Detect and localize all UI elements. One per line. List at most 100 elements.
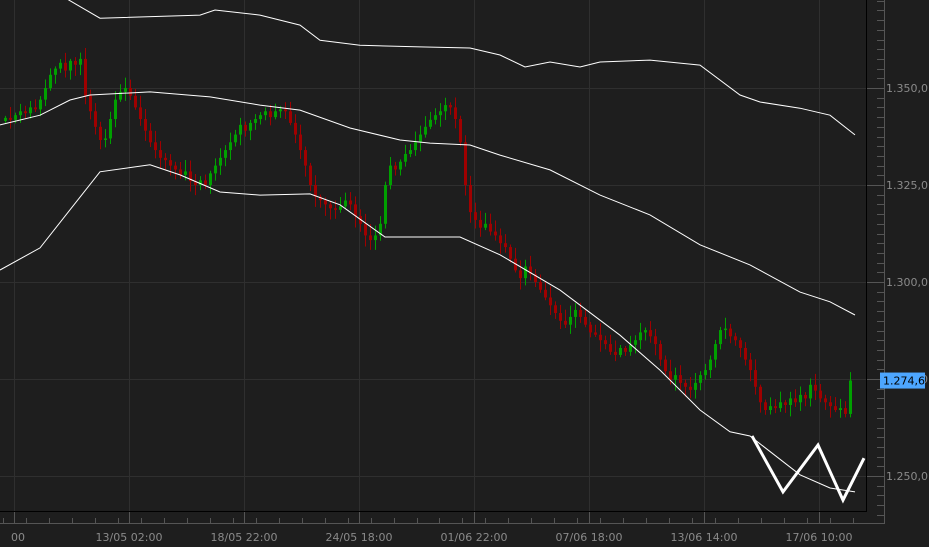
candle-body	[229, 142, 232, 151]
candle-body	[24, 111, 27, 114]
candle-body	[679, 375, 682, 383]
candle-body	[589, 324, 592, 333]
candle-body	[824, 398, 827, 403]
candle-body	[724, 328, 727, 331]
candle-body	[149, 130, 152, 143]
candle-body	[599, 334, 602, 341]
time-tick-label: 13/05 02:00	[96, 531, 163, 544]
candle-body	[764, 402, 767, 411]
candle-body	[284, 109, 287, 112]
candle-body	[749, 359, 752, 371]
candle-body	[209, 173, 212, 185]
candle-body	[619, 347, 622, 355]
current-price-label: 1.274,6	[883, 375, 925, 388]
candle-body	[664, 359, 667, 372]
candle-body	[754, 370, 757, 387]
candle-body	[234, 134, 237, 143]
candle-body	[784, 402, 787, 405]
candle-body	[454, 107, 457, 120]
candle-body	[259, 115, 262, 120]
candle-body	[714, 344, 717, 360]
candle-body	[244, 124, 247, 131]
candle-body	[299, 134, 302, 151]
candle-body	[389, 165, 392, 185]
candle-body	[604, 340, 607, 345]
candle-body	[344, 200, 347, 207]
candle-body	[204, 180, 207, 185]
candle-body	[549, 297, 552, 306]
time-tick-label: 13/06 14:00	[671, 531, 738, 544]
candle-body	[569, 316, 572, 325]
candle-body	[249, 122, 252, 131]
candle-body	[499, 235, 502, 244]
candle-body	[29, 107, 32, 114]
candle-body	[399, 161, 402, 170]
candle-body	[809, 384, 812, 399]
candle-body	[609, 344, 612, 352]
candle[interactable]	[384, 181, 387, 229]
candle-body	[564, 320, 567, 325]
candle-body	[509, 247, 512, 259]
candle-body	[129, 88, 132, 96]
candle-body	[34, 107, 37, 110]
candle-body	[334, 208, 337, 210]
candle-body	[174, 165, 177, 170]
candle-body	[634, 340, 637, 345]
candle-body	[269, 111, 272, 118]
candle-body	[124, 88, 127, 92]
candle-body	[274, 111, 277, 118]
candle-body	[159, 150, 162, 158]
candle-body	[674, 375, 677, 380]
candle-body	[184, 171, 187, 175]
candle-body	[324, 200, 327, 205]
candle-body	[704, 370, 707, 376]
candle-body	[484, 223, 487, 228]
candle-body	[644, 330, 647, 333]
candle-body	[84, 58, 87, 96]
candle-body	[504, 243, 507, 248]
candle-body	[64, 62, 67, 71]
candle-body	[429, 119, 432, 127]
candle-body	[169, 160, 172, 166]
candle-body	[449, 105, 452, 108]
candle-body	[279, 109, 282, 112]
candle-body	[179, 169, 182, 175]
candle-body	[384, 185, 387, 224]
candle-body	[719, 330, 722, 345]
candle-body	[654, 336, 657, 345]
candle-body	[444, 105, 447, 112]
time-tick-label: 01/06 22:00	[441, 531, 508, 544]
candle-body	[729, 328, 732, 337]
candle-body	[459, 119, 462, 143]
candle-body	[519, 270, 522, 279]
candle-body	[779, 402, 782, 409]
candle-body	[339, 206, 342, 210]
candle-body	[19, 111, 22, 116]
candle-body	[364, 223, 367, 236]
candle-body	[59, 62, 62, 69]
candle-body	[154, 142, 157, 151]
current-price-tag: 1.274,6	[880, 372, 925, 389]
candle-body	[239, 124, 242, 135]
chart-background	[0, 0, 929, 547]
candle-body	[794, 398, 797, 403]
candle-body	[314, 185, 317, 197]
candle[interactable]	[459, 115, 462, 147]
candle-body	[94, 111, 97, 127]
candle-body	[294, 122, 297, 135]
candlestick-chart[interactable]: 1.250,01.275,01.300,01.325,01.350,0 0013…	[0, 0, 929, 547]
candle-body	[759, 386, 762, 403]
candle-body	[69, 60, 72, 71]
candle-body	[349, 200, 352, 205]
candle-body	[404, 153, 407, 162]
candle-body	[79, 58, 82, 65]
candle-body	[464, 142, 467, 185]
price-tick-label: 1.350,0	[886, 82, 928, 95]
candle-body	[849, 380, 852, 414]
candle-body	[89, 95, 92, 112]
candle-body	[684, 382, 687, 387]
candle-body	[669, 371, 672, 380]
price-tick-label: 1.300,0	[886, 276, 928, 289]
candle-body	[649, 330, 652, 337]
candle-body	[799, 394, 802, 403]
